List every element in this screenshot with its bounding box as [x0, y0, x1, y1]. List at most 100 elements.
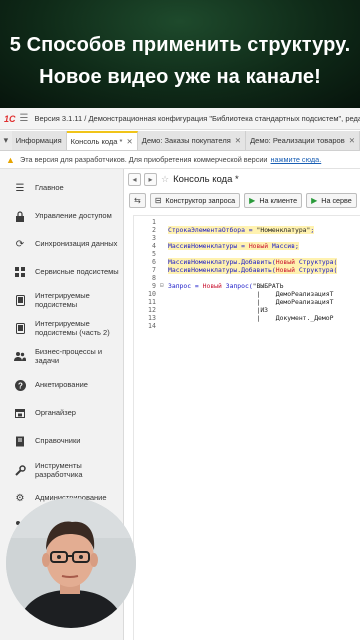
- line-number: 12: [148, 306, 156, 314]
- constructor-icon: ⊟: [154, 195, 162, 205]
- sync-icon: ⟳: [15, 238, 25, 250]
- sidebar-item-label: Сервисные подсистемы: [35, 267, 119, 277]
- line-number: 8: [152, 274, 156, 282]
- sidebar-item-catalogs[interactable]: Справочники: [0, 428, 124, 454]
- close-icon[interactable]: ✕: [349, 136, 355, 145]
- hamburger-icon: ☰: [15, 182, 25, 194]
- banner-line-1: 5 Способов применить структуру.: [9, 34, 351, 56]
- sidebar-item-label: Органайзер: [35, 408, 76, 418]
- grid-icon: [13, 265, 27, 279]
- close-icon[interactable]: ✕: [235, 136, 241, 145]
- window-title: Версия 3.1.11 / Демонстрационная конфигу…: [34, 114, 360, 123]
- panel-toggle-icon: ⇆: [134, 195, 141, 205]
- button-label: На клиенте: [259, 195, 298, 205]
- play-icon: ▶: [249, 195, 256, 205]
- people-icon: [13, 349, 27, 363]
- code-line: МассивНоменклатуры.Добавить(Новый Структ…: [168, 258, 338, 266]
- page-header: ◂ ▸ ☆ Консоль кода *: [125, 169, 360, 189]
- line-number: 11: [148, 298, 156, 306]
- menu-icon[interactable]: ☰: [20, 113, 29, 125]
- tab-label: Консоль кода *: [70, 137, 123, 146]
- code-line: | ДемоРеализацияТ: [168, 290, 334, 298]
- forward-icon[interactable]: ▸: [144, 172, 157, 186]
- code-line: |ИЗ: [168, 306, 269, 314]
- presenter-image: [6, 498, 136, 628]
- sidebar-item-devtools[interactable]: Инструменты разработчика: [0, 456, 124, 484]
- main-panel: ◂ ▸ ☆ Консоль кода * ⇆ ⊟ Конструктор зап…: [125, 169, 360, 640]
- sidebar-item-label: Интегрируемые подсистемы: [35, 290, 90, 310]
- tab-info[interactable]: Информация: [11, 131, 67, 150]
- gear-icon: ⚙: [15, 492, 25, 504]
- sidebar-item-integrated-2[interactable]: Интегрируемые подсистемы (часть 2): [0, 314, 124, 342]
- line-number: 4: [152, 242, 156, 250]
- tab-bar: ▾ Информация Консоль кода * ✕ Демо: Зака…: [0, 131, 360, 151]
- sidebar-item-label: Интегрируемые подсистемы (часть 2): [35, 318, 110, 338]
- line-number: 5: [152, 250, 156, 258]
- code-line: | ДемоРеализацияТ: [168, 298, 334, 306]
- sidebar-item-label: Справочники: [35, 436, 81, 446]
- tabs-menu-icon[interactable]: ▾: [0, 131, 12, 150]
- sidebar-item-bp[interactable]: Бизнес-процессы и задачи: [0, 342, 124, 370]
- sidebar-item-service[interactable]: Сервисные подсистемы: [0, 259, 124, 285]
- webcam-overlay: [6, 498, 136, 628]
- fold-marker-icon[interactable]: ⊟: [160, 282, 164, 289]
- sidebar-item-sync[interactable]: ⟳ Синхронизация данных: [0, 231, 124, 257]
- sidebar-item-label: Управление доступом: [35, 211, 112, 221]
- svg-text:?: ?: [18, 381, 23, 390]
- line-number: 3: [152, 234, 156, 242]
- warning-text: Эта версия для разработчиков. Для приобр…: [20, 155, 268, 164]
- code-editor[interactable]: 1 2 3 4 5 6 7 8 9 10 11 12 13 14 ⊟ Строк…: [133, 215, 360, 640]
- back-icon[interactable]: ◂: [128, 172, 141, 186]
- wrench-icon: [13, 463, 27, 477]
- question-icon: ?: [13, 378, 27, 392]
- tab-code-console[interactable]: Консоль кода * ✕: [66, 131, 138, 150]
- warning-icon: ▲: [6, 154, 15, 165]
- promo-banner: 5 Способов применить структуру. Новое ви…: [0, 0, 360, 108]
- 1c-logo: 1С: [4, 113, 16, 124]
- sidebar-item-label: Инструменты разработчика: [35, 460, 83, 480]
- banner-line-2: Новое видео уже на канале!: [39, 66, 321, 88]
- line-number: 2: [152, 226, 156, 234]
- purchase-link[interactable]: нажмите сюда.: [271, 155, 322, 164]
- button-label: Конструктор запроса: [165, 195, 236, 205]
- developer-warning-bar: ▲ Эта версия для разработчиков. Для прио…: [0, 151, 360, 169]
- calendar-icon: [13, 406, 27, 420]
- run-on-client-button[interactable]: ▶ На клиенте: [244, 192, 303, 208]
- sidebar-item-access[interactable]: Управление доступом: [0, 203, 124, 229]
- sidebar-item-integrated[interactable]: Интегрируемые подсистемы: [0, 286, 124, 314]
- button-label: На серве: [321, 195, 352, 205]
- run-on-server-button[interactable]: ▶ На серве: [306, 192, 357, 208]
- tablet-icon: [13, 321, 27, 335]
- code-line: МассивНоменклатуры = Новый Массив;: [168, 242, 299, 250]
- query-constructor-button[interactable]: ⊟ Конструктор запроса: [149, 192, 241, 208]
- sidebar-item-survey[interactable]: ? Анкетирование: [0, 372, 124, 398]
- line-number: 1: [152, 218, 156, 226]
- play-icon: ▶: [311, 195, 318, 205]
- code-line: СтрокаЭлементаОтбора = "Номенклатура";: [168, 226, 315, 234]
- line-number: 9: [152, 282, 156, 290]
- sidebar-item-label: Бизнес-процессы и задачи: [35, 346, 103, 366]
- line-number: 10: [148, 290, 156, 298]
- toggle-panel-button[interactable]: ⇆: [129, 192, 146, 208]
- tab-goods-sales[interactable]: Демо: Реализации товаров ✕: [246, 131, 360, 150]
- line-number: 6: [152, 258, 156, 266]
- toolbar: ⇆ ⊟ Конструктор запроса ▶ На клиенте ▶ Н…: [125, 189, 360, 211]
- close-icon[interactable]: ✕: [126, 137, 132, 146]
- sidebar-item-main[interactable]: ☰ Главное: [0, 175, 124, 201]
- code-line: Запрос = Новый Запрос("ВЫБРАТЬ: [168, 282, 284, 290]
- tab-label: Демо: Заказы покупателя: [141, 136, 231, 145]
- page-title: Консоль кода *: [173, 173, 239, 185]
- line-number: 7: [152, 266, 156, 274]
- sidebar-item-label: Главное: [35, 183, 64, 193]
- tab-label: Демо: Реализации товаров: [250, 136, 345, 145]
- sidebar-item-label: Синхронизация данных: [35, 239, 118, 249]
- sidebar-item-organizer[interactable]: Органайзер: [0, 400, 124, 426]
- tablet-icon: [13, 293, 27, 307]
- favorite-star-icon[interactable]: ☆: [161, 174, 169, 185]
- tab-customer-orders[interactable]: Демо: Заказы покупателя ✕: [137, 131, 247, 150]
- title-bar: 1С ☰ Версия 3.1.11 / Демонстрационная ко…: [0, 108, 360, 130]
- tab-label: Информация: [15, 136, 62, 145]
- code-line: МассивНоменклатуры.Добавить(Новый Структ…: [168, 266, 338, 274]
- code-line: | Документ._ДемоР: [168, 314, 334, 322]
- line-number: 13: [148, 314, 156, 322]
